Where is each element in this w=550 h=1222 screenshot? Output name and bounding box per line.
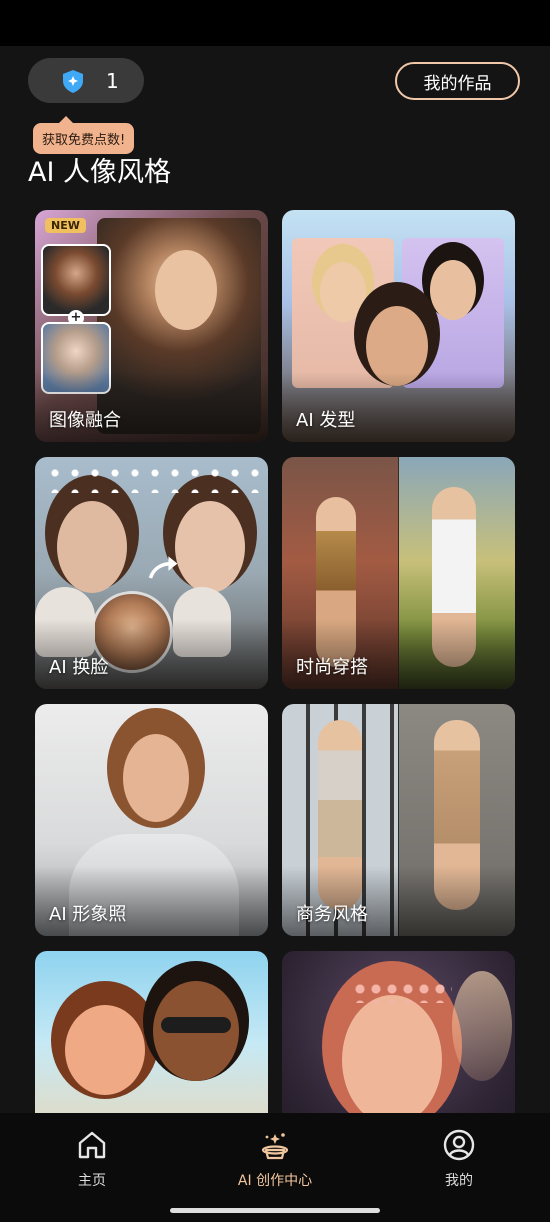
card-image-fusion[interactable]: + NEW 图像融合 bbox=[35, 210, 268, 442]
sunglasses-icon bbox=[161, 1017, 231, 1033]
card-label: AI 发型 bbox=[296, 410, 356, 431]
free-points-tooltip[interactable]: 获取免费点数! bbox=[33, 116, 135, 154]
flower-crown bbox=[45, 463, 260, 493]
card-label: AI 换脸 bbox=[49, 657, 109, 678]
portrait-face bbox=[123, 734, 189, 822]
magic-hat-icon bbox=[261, 1133, 289, 1160]
tab-label: 我的 bbox=[445, 1173, 473, 1189]
card-ai-hairstyle[interactable]: AI 发型 bbox=[282, 210, 515, 442]
fairy-face bbox=[342, 995, 442, 1125]
card-label: 图像融合 bbox=[49, 410, 121, 431]
card-label: AI 形象照 bbox=[49, 904, 127, 925]
fairy-wing bbox=[452, 971, 512, 1081]
tab-label: 主页 bbox=[78, 1173, 106, 1189]
flower-crown bbox=[352, 981, 452, 1003]
profile-icon bbox=[443, 1129, 475, 1161]
card-fashion-outfit[interactable]: 时尚穿搭 bbox=[282, 457, 515, 689]
portrait-face bbox=[155, 250, 217, 330]
tooltip-arrow bbox=[59, 116, 73, 123]
cartoon-face-left bbox=[65, 1005, 145, 1095]
source-thumbnail-1 bbox=[41, 244, 111, 316]
home-icon bbox=[78, 1131, 106, 1159]
card-business-style[interactable]: 商务风格 bbox=[282, 704, 515, 936]
tab-label: AI 创作中心 bbox=[237, 1173, 313, 1189]
card-label: 时尚穿搭 bbox=[296, 657, 368, 678]
points-balance-pill[interactable]: 1 bbox=[28, 58, 144, 103]
portrait-face-right bbox=[175, 501, 245, 593]
tab-ai-creation-center[interactable]: AI 创作中心 bbox=[220, 1128, 330, 1190]
portrait-face-dark-hair bbox=[430, 260, 476, 320]
tab-home[interactable]: 主页 bbox=[37, 1128, 147, 1190]
portrait-face-left bbox=[57, 501, 127, 593]
shield-icon bbox=[63, 69, 83, 93]
home-indicator[interactable] bbox=[170, 1208, 380, 1213]
card-label: 商务风格 bbox=[296, 904, 368, 925]
card-ai-portrait-photo[interactable]: AI 形象照 bbox=[35, 704, 268, 936]
new-badge: NEW bbox=[45, 218, 86, 233]
my-works-button[interactable]: 我的作品 bbox=[395, 62, 520, 100]
tooltip-text: 获取免费点数! bbox=[42, 133, 126, 148]
tab-profile[interactable]: 我的 bbox=[404, 1128, 514, 1190]
portrait-face-blonde bbox=[320, 262, 366, 322]
points-count: 1 bbox=[106, 68, 119, 93]
card-ai-face-swap[interactable]: AI 换脸 bbox=[35, 457, 268, 689]
status-bar bbox=[0, 0, 550, 46]
section-title: AI 人像风格 bbox=[28, 157, 172, 188]
arrow-icon bbox=[148, 556, 178, 579]
